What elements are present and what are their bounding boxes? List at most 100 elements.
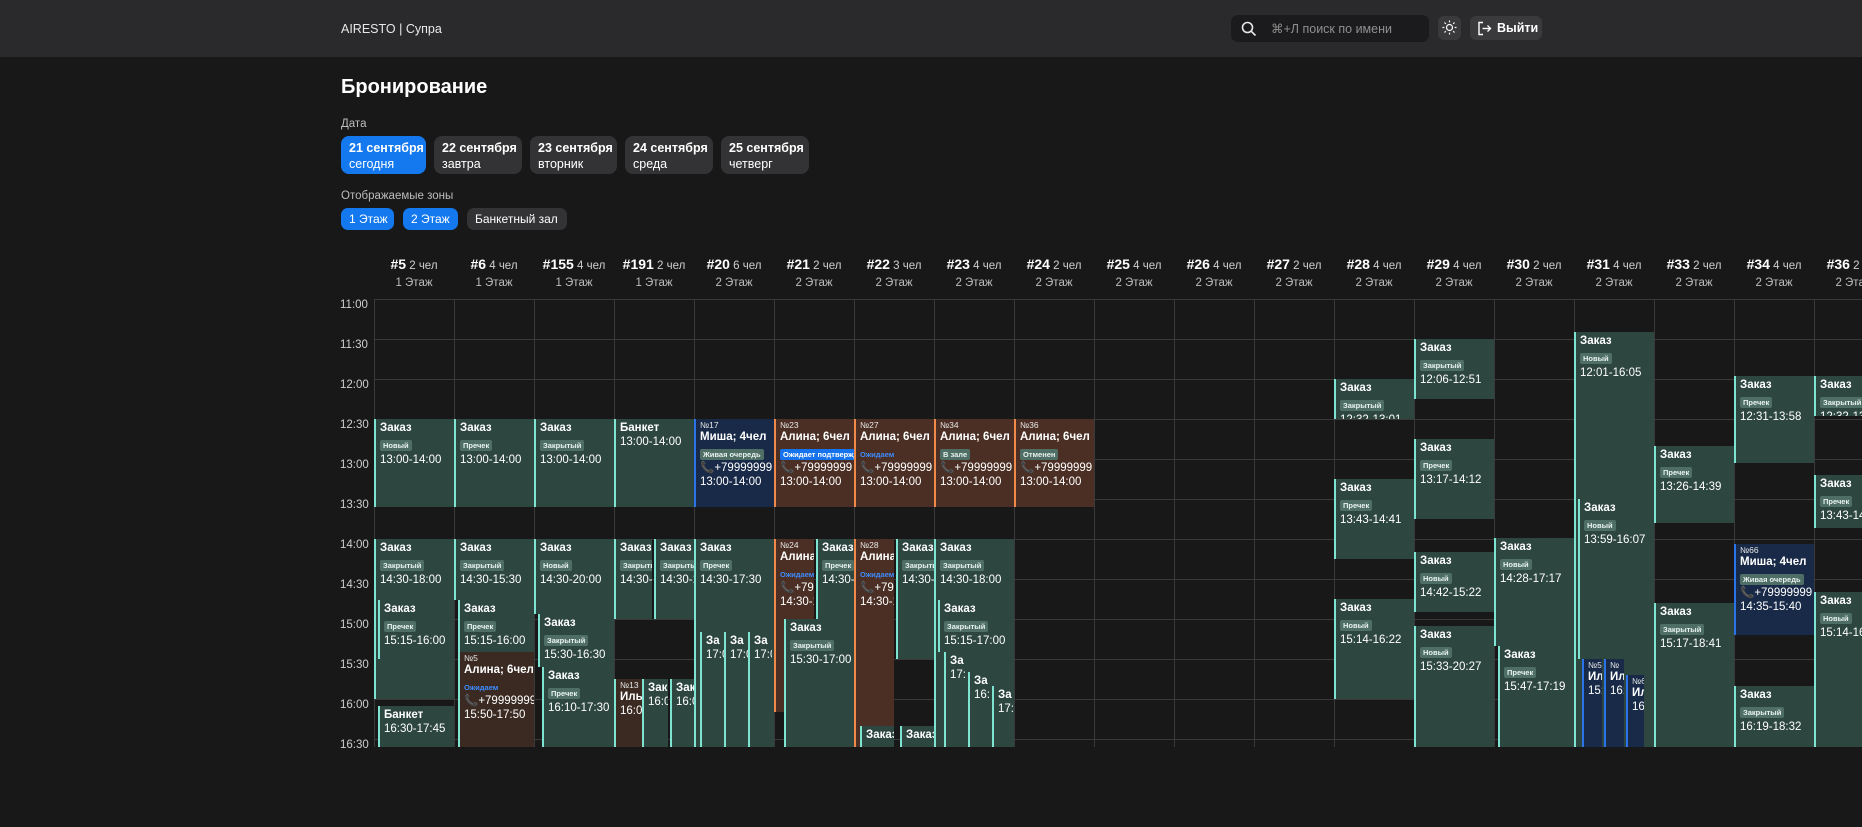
- booking-card[interactable]: Заказ Пречек 14:30-16:00: [816, 539, 854, 619]
- booking-card[interactable]: Заказ Закрытый 15:30-16:30: [538, 613, 614, 667]
- table-header-5[interactable]: #5 2 чел 1 Этаж: [374, 256, 454, 289]
- logout-icon: [1478, 21, 1492, 36]
- booking-card[interactable]: Заказ Новый 13:00-14:00: [374, 419, 454, 507]
- booking-card[interactable]: ЗаказПречек16:30: [860, 725, 894, 747]
- date-button-23[interactable]: 23 сентября вторник: [530, 136, 617, 174]
- search-input[interactable]: ⌘+Л поиск по имени: [1271, 21, 1392, 36]
- zone-button-floor1[interactable]: 1 Этаж: [341, 208, 394, 230]
- booking-card[interactable]: №28Алина; 2чел Ожидаем 📞+79999 14:30-17:30: [854, 539, 894, 747]
- booking-card[interactable]: №17 Миша; 4чел Живая очередь 📞+79999999 13:0…: [694, 419, 774, 507]
- booking-card[interactable]: Заказ Пречек 13:43-14:41: [1334, 479, 1414, 559]
- date-button-21[interactable]: 21 сентября сегодня: [341, 136, 426, 174]
- booking-card[interactable]: ЗаказПречек16:30: [900, 725, 934, 747]
- booking-card[interactable]: Заказ Закрытый 14:30-16:00: [896, 539, 934, 659]
- booking-card[interactable]: Заказ Закрытый 15:30-17:00: [784, 619, 854, 747]
- booking-card[interactable]: Банкет 16:30-17:45: [378, 705, 454, 747]
- table-header-28[interactable]: #28 4 чел 2 Этаж: [1334, 256, 1414, 289]
- table-header-20[interactable]: #20 6 чел 2 Этаж: [694, 256, 774, 289]
- booking-status-badge: Ожидает подтверждения: [780, 449, 854, 460]
- booking-card[interactable]: №Ил 16:: [1604, 659, 1624, 747]
- booking-card[interactable]: Заказ Новый 14:30-20:00: [534, 539, 614, 614]
- booking-card[interactable]: Заказ Новый 14:42-15:22: [1414, 552, 1494, 613]
- date-button-24[interactable]: 24 сентября среда: [625, 136, 713, 174]
- booking-grid[interactable]: Заказ Новый 13:00-14:00 Заказ Пречек 13:00-14…: [374, 299, 1862, 747]
- table-header-25[interactable]: #25 4 чел 2 Этаж: [1094, 256, 1174, 289]
- booking-card[interactable]: Заказ Новый 15:33-20:27: [1414, 625, 1494, 747]
- date-button-25[interactable]: 25 сентября четверг: [721, 136, 809, 174]
- booking-card[interactable]: Заказ Новый 15:14-16:22: [1334, 599, 1414, 699]
- booking-card[interactable]: За 16:: [968, 672, 990, 747]
- booking-card[interactable]: За 17:: [992, 685, 1014, 747]
- search-box[interactable]: ⌘+Л поиск по имени: [1231, 15, 1429, 42]
- booking-card[interactable]: Заказ Новый 15:14-16:22: [1814, 592, 1862, 747]
- table-header-30[interactable]: #30 2 чел 2 Этаж: [1494, 256, 1574, 289]
- booking-card[interactable]: №23Алина; 6чел Ожидает подтверждения 📞+799…: [774, 419, 854, 507]
- booking-card[interactable]: За17:0: [724, 632, 748, 747]
- booking-title: Заказ: [380, 542, 412, 554]
- booking-card[interactable]: За 17:: [944, 652, 966, 747]
- booking-card[interactable]: ЗаказЗакрытый12:32-13:01: [1814, 376, 1862, 417]
- table-header-27[interactable]: #27 2 чел 2 Этаж: [1254, 256, 1334, 289]
- booking-card[interactable]: №13 Иль 16:0: [614, 679, 642, 747]
- app-logo[interactable]: AIRESTO | Супра: [341, 22, 442, 36]
- booking-card[interactable]: За17:0: [700, 632, 724, 747]
- booking-card[interactable]: №36 Алина; 6чел Отменен 📞+79999999 13:00-14:…: [1014, 419, 1094, 507]
- table-header-34[interactable]: #34 4 чел 2 Этаж: [1734, 256, 1814, 289]
- booking-time: 16:0: [676, 696, 694, 708]
- theme-toggle-button[interactable]: [1438, 16, 1461, 40]
- table-header-191[interactable]: #191 2 чел 1 Этаж: [614, 256, 694, 289]
- booking-card[interactable]: Заказ Пречек 13:17-14:12: [1414, 439, 1494, 519]
- booking-card[interactable]: ЗаказЗакрытый12:32-13:01: [1334, 379, 1414, 419]
- table-header-23[interactable]: #23 4 чел 2 Этаж: [934, 256, 1014, 289]
- booking-title: Заказ: [548, 670, 580, 682]
- date-button-22[interactable]: 22 сентября завтра: [434, 136, 522, 174]
- booking-card[interactable]: Заказ Закрытый 14:30-15:30: [654, 539, 694, 619]
- booking-card[interactable]: Заказ Закрытый 12:06-12:51: [1414, 339, 1494, 399]
- booking-card[interactable]: Заказ Пречек 15:15-16:00: [458, 600, 534, 653]
- table-header-21[interactable]: #21 2 чел 2 Этаж: [774, 256, 854, 289]
- table-header-33[interactable]: #33 2 чел 2 Этаж: [1654, 256, 1734, 289]
- booking-card[interactable]: Заказ Закрытый 15:17-18:41: [1654, 603, 1734, 747]
- booking-status-badge: Ожидаем: [860, 450, 895, 459]
- booking-title: Иль: [620, 691, 642, 703]
- table-header-26[interactable]: #26 4 чел 2 Этаж: [1174, 256, 1254, 289]
- booking-card[interactable]: Заказ Закрытый 15:15-17:00: [938, 600, 1014, 653]
- booking-card[interactable]: За17:0: [748, 632, 772, 747]
- zone-button-banquet[interactable]: Банкетный зал: [467, 208, 567, 230]
- booking-card[interactable]: Заказ Закрытый 16:19-18:32: [1734, 685, 1814, 747]
- table-header-31[interactable]: #31 4 чел 2 Этаж: [1574, 256, 1654, 289]
- booking-time: 14:30-15:30: [660, 574, 694, 586]
- booking-card[interactable]: Заказ Пречек 16:10-17:30: [542, 667, 614, 747]
- booking-card[interactable]: Банкет 13:00-14:00: [614, 419, 694, 507]
- table-header-24[interactable]: #24 2 чел 2 Этаж: [1014, 256, 1094, 289]
- booking-card[interactable]: Заказ Пречек 13:26-14:39: [1654, 445, 1734, 523]
- booking-card[interactable]: Зак 16:0: [670, 679, 694, 747]
- booking-card[interactable]: Зак 16:0: [642, 679, 668, 747]
- booking-card[interactable]: Заказ Пречек 13:43-14:41: [1814, 475, 1862, 529]
- booking-card[interactable]: Заказ Закрытый 13:00-14:00: [534, 419, 614, 507]
- booking-card[interactable]: Заказ Закрытый 14:30-15:30: [454, 539, 534, 601]
- booking-card[interactable]: №34 Алина; 6чел В зале 📞+79999999 13:00-14:0…: [934, 419, 1014, 507]
- booking-title: Банкет: [620, 422, 660, 434]
- zone-button-floor2[interactable]: 2 Этаж: [403, 208, 458, 230]
- booking-card[interactable]: Заказ Закрытый 14:30-15:30: [614, 539, 652, 619]
- booking-card[interactable]: Заказ Пречек 13:00-14:00: [454, 419, 534, 507]
- page-title: Бронирование: [341, 76, 488, 98]
- booking-card[interactable]: №6Ил 16:: [1626, 675, 1644, 747]
- booking-card[interactable]: Заказ Пречек 12:31-13:58: [1734, 376, 1814, 463]
- logout-button[interactable]: Выйти: [1470, 16, 1542, 40]
- booking-card[interactable]: №5Ил 15:: [1582, 659, 1602, 747]
- table-header-22[interactable]: #22 3 чел 2 Этаж: [854, 256, 934, 289]
- booking-card[interactable]: №5 Алина; 6чел Ожидаем 📞+79999999 15:50-17:5…: [458, 652, 534, 747]
- booking-card[interactable]: Заказ Новый 13:59-16:07: [1578, 499, 1654, 659]
- table-header-36[interactable]: #36 2 чел 2 Этаж: [1814, 256, 1862, 289]
- table-header-title: #21 2 чел: [774, 256, 854, 272]
- booking-card[interactable]: №66 Миша; 4чел Живая очередь 📞+79999999 14:3…: [1734, 544, 1814, 635]
- booking-card[interactable]: Заказ Пречек 15:15-16:00: [378, 600, 454, 659]
- table-header-6[interactable]: #6 4 чел 1 Этаж: [454, 256, 534, 289]
- booking-card[interactable]: №27 Алина; 6чел Ожидаем 📞+79999999 13:00-14:…: [854, 419, 934, 507]
- table-header-155[interactable]: #155 4 чел 1 Этаж: [534, 256, 614, 289]
- table-header-29[interactable]: #29 4 чел 2 Этаж: [1414, 256, 1494, 289]
- booking-card[interactable]: Заказ Пречек 15:47-17:19: [1498, 645, 1574, 747]
- booking-card[interactable]: Заказ Новый 14:28-17:17: [1494, 537, 1574, 646]
